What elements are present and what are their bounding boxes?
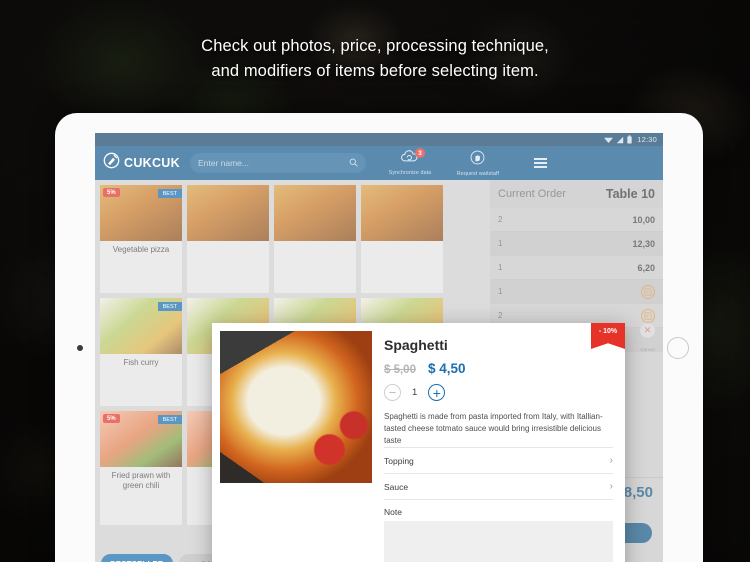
search-box[interactable]: [189, 153, 366, 173]
price-row: $ 5,00 $ 4,50: [384, 361, 613, 376]
row-amount: 12,30: [632, 238, 655, 249]
menu-item-image: [187, 185, 269, 241]
option-label: Topping: [384, 455, 414, 466]
sync-badge: 3: [414, 148, 425, 158]
brand-logo: CUKCUK: [103, 152, 180, 174]
menu-item-image: BEST: [100, 298, 182, 354]
menu-item-image: [274, 185, 356, 241]
cukcuk-logo-icon: [103, 152, 120, 174]
menu-item-name: [361, 241, 443, 265]
option-label: Sauce: [384, 481, 409, 492]
menu-item-image: [361, 185, 443, 241]
row-qty: 2: [498, 215, 503, 224]
dish-photo: [220, 331, 372, 483]
dish-title: Spaghetti: [384, 337, 448, 353]
note-icon[interactable]: [641, 308, 655, 323]
category-chip-bestseller[interactable]: BESTSELLER: [101, 554, 173, 562]
discount-badge: 5%: [103, 414, 120, 423]
dish-description: Spaghetti is made from pasta imported fr…: [384, 412, 603, 445]
option-row-sauce[interactable]: Sauce ›: [384, 473, 613, 499]
order-table-label: Table 10: [605, 187, 655, 201]
row-qty: 1: [498, 263, 503, 272]
row-qty: 1: [498, 239, 503, 248]
page-root: Check out photos, price, processing tech…: [0, 0, 750, 562]
table-row[interactable]: 1 12,30: [490, 232, 663, 256]
tablet-screen: 12:30 CUKCUK Enter name... 3 Synchronize…: [95, 133, 663, 562]
menu-item-name: Vegetable pizza: [112, 245, 170, 254]
dish-detail: - 10% Spaghetti $ 5,00 $ 4,50 − 1 + Spag…: [380, 323, 625, 562]
search-icon[interactable]: [349, 154, 358, 172]
chevron-right-icon: ›: [609, 481, 613, 492]
table-row[interactable]: 1 6,20: [490, 256, 663, 280]
headline-line-1: Check out photos, price, processing tech…: [201, 37, 549, 55]
menu-item-name: [187, 241, 269, 265]
request-waitstaff-button[interactable]: Request waitstaff: [452, 150, 504, 177]
note-input[interactable]: [384, 521, 613, 562]
price-discounted: $ 4,50: [427, 361, 466, 376]
order-header: Current Order Table 10: [490, 180, 663, 208]
header-actions: 3 Synchronize data Request waitstaff: [384, 148, 547, 177]
close-icon[interactable]: ✕: [639, 323, 655, 338]
menu-hamburger-icon[interactable]: [533, 158, 547, 168]
cancel-item-button[interactable]: ✕ Cancel: [639, 323, 655, 356]
home-button[interactable]: [667, 337, 689, 359]
bestseller-badge: BEST: [157, 302, 182, 311]
note-icon[interactable]: [641, 284, 655, 299]
discount-badge: 5%: [103, 188, 120, 197]
row-amount: 6,20: [637, 262, 655, 273]
bestseller-badge: BEST: [157, 189, 182, 198]
option-row-topping[interactable]: Topping ›: [384, 447, 613, 473]
table-row[interactable]: 1: [490, 280, 663, 304]
front-camera-icon: [77, 345, 83, 351]
menu-item-name: Fish curry: [123, 358, 159, 367]
status-clock: 12:30: [637, 135, 657, 144]
menu-item-image: 5% BEST: [100, 411, 182, 467]
row-qty: 2: [498, 311, 503, 320]
bestseller-badge: BEST: [157, 415, 182, 424]
request-waitstaff-label: Request waitstaff: [456, 170, 500, 177]
chevron-right-icon: ›: [609, 455, 613, 466]
app-header: CUKCUK Enter name... 3 Synchronize data …: [95, 146, 663, 180]
synchronize-data-button[interactable]: 3 Synchronize data: [384, 148, 436, 176]
menu-item-card[interactable]: BEST Fish curry: [100, 298, 182, 406]
menu-item-image: 5% BEST: [100, 185, 182, 241]
cancel-item-label: Cancel: [640, 347, 655, 352]
menu-item-card[interactable]: [187, 185, 269, 293]
menu-item-name: Fried prawn with green chili: [111, 471, 171, 490]
decrease-quantity-button[interactable]: −: [384, 384, 401, 401]
search-input[interactable]: [197, 158, 349, 168]
increase-quantity-button[interactable]: +: [428, 384, 446, 401]
quantity-stepper: − 1 +: [384, 384, 613, 401]
android-status-bar: 12:30: [95, 133, 663, 146]
order-title: Current Order: [498, 188, 566, 200]
tablet-device: 12:30 CUKCUK Enter name... 3 Synchronize…: [55, 113, 703, 562]
menu-item-card[interactable]: 5% BEST Fried prawn with green chili: [100, 411, 182, 525]
item-detail-modal: - 10% Spaghetti $ 5,00 $ 4,50 − 1 + Spag…: [212, 323, 625, 562]
headline-line-2: and modifiers of items before selecting …: [211, 62, 539, 80]
price-original: $ 5,00: [384, 364, 416, 376]
note-label: Note: [384, 499, 613, 521]
hand-bell-icon[interactable]: [470, 150, 485, 169]
menu-item-card[interactable]: 5% BEST Vegetable pizza: [100, 185, 182, 293]
row-amount: 10,00: [632, 214, 655, 225]
brand-name: CUKCUK: [124, 156, 180, 170]
table-row[interactable]: 2 10,00: [490, 208, 663, 232]
synchronize-data-label: Synchronize data: [388, 170, 432, 176]
row-qty: 1: [498, 287, 503, 296]
promo-headline: Check out photos, price, processing tech…: [0, 34, 750, 84]
quantity-value: 1: [412, 387, 418, 398]
menu-item-card[interactable]: [274, 185, 356, 293]
menu-item-card[interactable]: [361, 185, 443, 293]
menu-item-name: [274, 241, 356, 265]
